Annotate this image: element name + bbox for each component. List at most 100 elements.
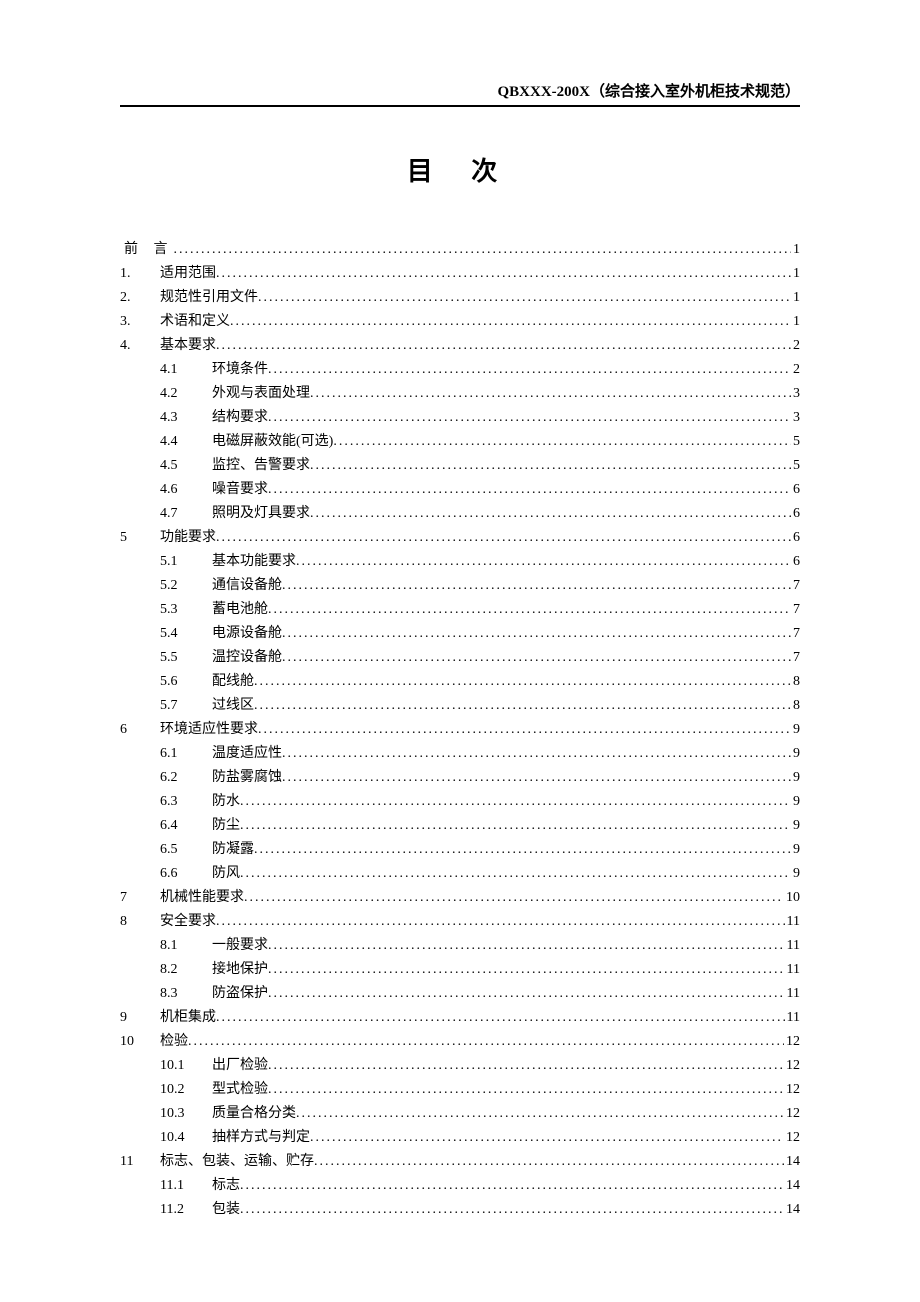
toc-dot-leader — [282, 742, 791, 766]
toc-entry: 6环境适应性要求9 — [120, 718, 800, 742]
toc-entry-page: 6 — [791, 526, 800, 550]
toc-entry-label: 防盗保护 — [212, 982, 268, 1006]
toc-entry-page: 8 — [791, 694, 800, 718]
toc-entry: 6.4防尘9 — [120, 814, 800, 838]
toc-entry-page: 12 — [784, 1030, 800, 1054]
toc-entry-label: 功能要求 — [160, 526, 216, 550]
toc-entry-number: 5.1 — [160, 550, 212, 574]
toc-dot-leader — [268, 982, 785, 1006]
toc-entry-page: 6 — [791, 478, 800, 502]
toc-dot-leader — [244, 886, 784, 910]
toc-entry-page: 5 — [791, 430, 800, 454]
toc-entry: 4.3结构要求 3 — [120, 406, 800, 430]
toc-entry-label: 标志 — [212, 1174, 240, 1198]
toc-entry-number: 6.5 — [160, 838, 212, 862]
toc-entry-number: 3. — [120, 310, 160, 334]
toc-entry: 5功能要求 6 — [120, 526, 800, 550]
toc-entry-number: 4.4 — [160, 430, 212, 454]
toc-entry-page: 1 — [791, 238, 800, 262]
toc-entry-number: 6 — [120, 718, 160, 742]
toc-entry-page: 2 — [791, 334, 800, 358]
toc-entry-page: 12 — [784, 1054, 800, 1078]
toc-dot-leader — [282, 646, 791, 670]
toc-entry-page: 3 — [791, 406, 800, 430]
toc-entry: 6.1温度适应性9 — [120, 742, 800, 766]
toc-entry-page: 12 — [784, 1078, 800, 1102]
toc-entry-page: 9 — [791, 766, 800, 790]
toc-entry-page: 9 — [791, 838, 800, 862]
page-header: QBXXX-200X（综合接入室外机柜技术规范） — [120, 80, 800, 107]
toc-entry-label: 配线舱 — [212, 670, 254, 694]
toc-dot-leader — [268, 934, 785, 958]
toc-entry: 3.术语和定义 1 — [120, 310, 800, 334]
toc-entry-number: 5.3 — [160, 598, 212, 622]
toc-dot-leader — [268, 598, 791, 622]
toc-entry-number: 6.2 — [160, 766, 212, 790]
toc-entry-number: 7 — [120, 886, 160, 910]
toc-entry-page: 6 — [791, 502, 800, 526]
toc-dot-leader — [268, 1054, 784, 1078]
toc-entry-page: 1 — [791, 262, 800, 286]
toc-dot-leader — [268, 406, 791, 430]
toc-entry-number: 5 — [120, 526, 160, 550]
toc-entry-number: 5.6 — [160, 670, 212, 694]
toc-entry-page: 12 — [784, 1102, 800, 1126]
toc-entry-label: 防水 — [212, 790, 240, 814]
toc-entry: 7机械性能要求 10 — [120, 886, 800, 910]
toc-entry-number: 8.1 — [160, 934, 212, 958]
toc-entry-page: 11 — [785, 958, 800, 982]
toc-entry: 6.5防凝露9 — [120, 838, 800, 862]
toc-entry: 5.6配线舱8 — [120, 670, 800, 694]
toc-dot-leader — [268, 358, 791, 382]
toc-dot-leader — [216, 1006, 785, 1030]
toc-entry-page: 7 — [791, 574, 800, 598]
toc-entry-number: 6.6 — [160, 862, 212, 886]
toc-dot-leader — [240, 814, 791, 838]
toc-entry-label: 照明及灯具要求 — [212, 502, 310, 526]
toc-entry: 5.5温控设备舱7 — [120, 646, 800, 670]
toc-entry-number: 8.2 — [160, 958, 212, 982]
toc-entry-label: 基本要求 — [160, 334, 216, 358]
toc-entry-page: 7 — [791, 598, 800, 622]
toc-entry-label: 包装 — [212, 1198, 240, 1222]
toc-entry-label: 抽样方式与判定 — [212, 1126, 310, 1150]
table-of-contents: 前 言11.适用范围12.规范性引用文件13.术语和定义14.基本要求24.1环… — [120, 238, 800, 1222]
toc-entry: 4.5监控、告警要求5 — [120, 454, 800, 478]
toc-entry: 10.4抽样方式与判定12 — [120, 1126, 800, 1150]
toc-dot-leader — [258, 286, 791, 310]
toc-entry-label: 防风 — [212, 862, 240, 886]
toc-entry-number: 10.1 — [160, 1054, 212, 1078]
toc-entry-number: 5.5 — [160, 646, 212, 670]
toc-entry: 9机柜集成11 — [120, 1006, 800, 1030]
toc-entry-page: 14 — [784, 1174, 800, 1198]
toc-entry-label: 术语和定义 — [160, 310, 230, 334]
toc-entry: 8.2接地保护11 — [120, 958, 800, 982]
toc-entry-number: 4.6 — [160, 478, 212, 502]
toc-entry-page: 6 — [791, 550, 800, 574]
toc-entry-label: 机械性能要求 — [160, 886, 244, 910]
toc-entry-label: 适用范围 — [160, 262, 216, 286]
toc-entry-page: 1 — [791, 310, 800, 334]
toc-entry-number: 6.1 — [160, 742, 212, 766]
toc-entry-label: 电源设备舱 — [212, 622, 282, 646]
toc-entry-number: 10.4 — [160, 1126, 212, 1150]
toc-entry-label: 防尘 — [212, 814, 240, 838]
toc-entry-number: 10.3 — [160, 1102, 212, 1126]
toc-entry-label: 噪音要求 — [212, 478, 268, 502]
toc-entry: 11.2包装14 — [120, 1198, 800, 1222]
toc-dot-leader — [240, 1174, 784, 1198]
toc-entry-number: 6.3 — [160, 790, 212, 814]
toc-entry-number: 4.3 — [160, 406, 212, 430]
toc-entry: 4.7照明及灯具要求 6 — [120, 502, 800, 526]
toc-entry-label: 通信设备舱 — [212, 574, 282, 598]
toc-entry-number: 11 — [120, 1150, 160, 1174]
toc-dot-leader — [282, 622, 791, 646]
toc-entry-number: 1. — [120, 262, 160, 286]
toc-entry-page: 10 — [784, 886, 800, 910]
toc-entry-page: 11 — [785, 1006, 800, 1030]
toc-entry-page: 2 — [791, 358, 800, 382]
toc-entry-number: 4.7 — [160, 502, 212, 526]
toc-entry-label: 结构要求 — [212, 406, 268, 430]
toc-dot-leader — [282, 574, 791, 598]
toc-dot-leader — [230, 310, 791, 334]
